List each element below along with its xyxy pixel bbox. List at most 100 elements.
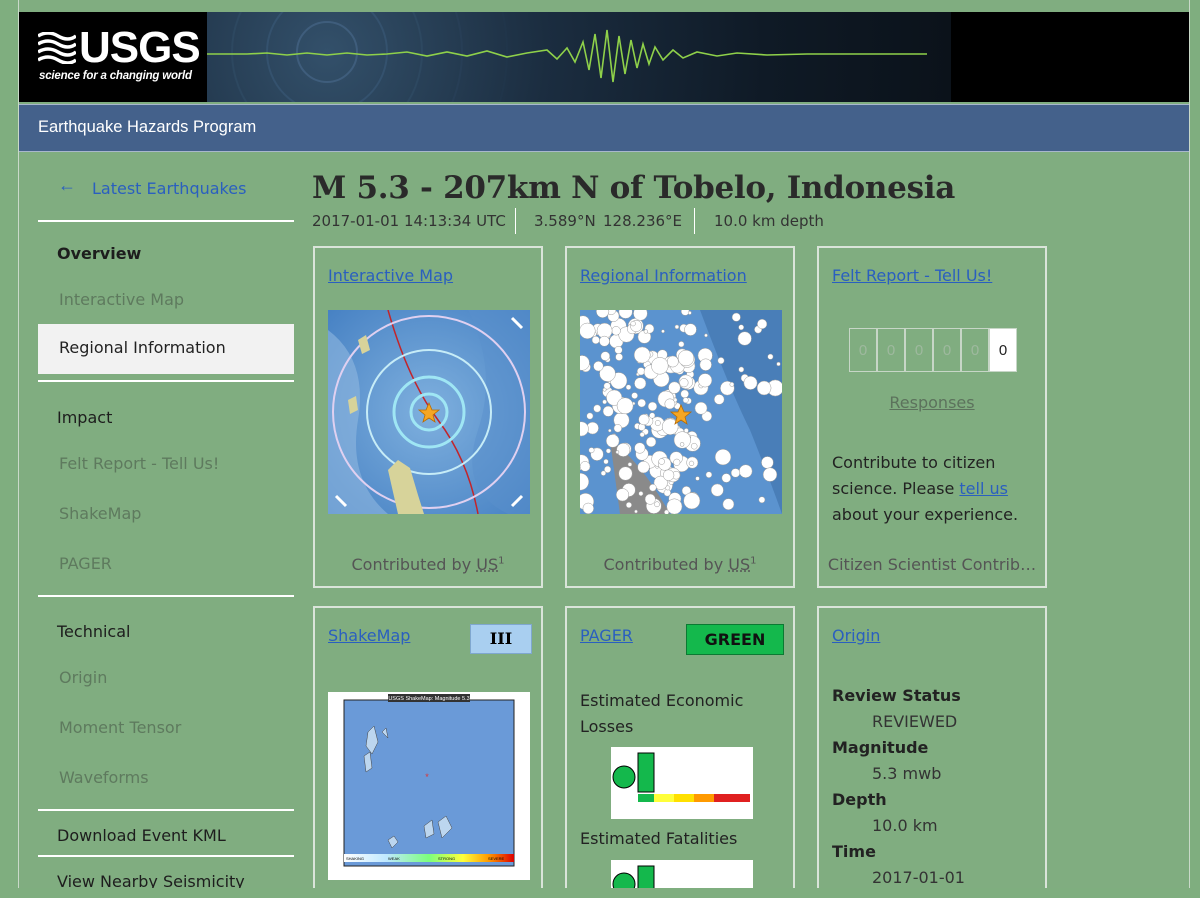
card-shakemap: ShakeMap III USGS ShakeMap: Magnitude 5.… xyxy=(313,606,543,888)
contributed-by-text: Contributed by xyxy=(351,555,477,574)
card-footer: Contributed by US1 xyxy=(315,555,541,574)
seismicity-dot xyxy=(680,389,689,399)
seismicity-dot xyxy=(694,401,708,415)
seismicity-dot xyxy=(611,326,621,336)
sidebar-item-origin[interactable]: Origin xyxy=(38,654,294,704)
seismicity-dot xyxy=(593,361,604,372)
card-title-link[interactable]: Origin xyxy=(832,626,880,645)
seismicity-dot xyxy=(603,382,611,390)
seismicity-dot xyxy=(602,399,607,405)
seismogram-graphic xyxy=(207,12,927,102)
economic-losses-line: Losses xyxy=(580,717,634,736)
card-title-link[interactable]: Felt Report - Tell Us! xyxy=(832,266,992,285)
program-title[interactable]: Earthquake Hazards Program xyxy=(38,118,256,137)
seismicity-dot xyxy=(605,448,611,454)
seismicity-dot xyxy=(730,468,741,478)
back-link-label: Latest Earthquakes xyxy=(92,179,247,198)
contributor-footnote: 1 xyxy=(498,555,505,567)
seismicity-dot xyxy=(738,366,745,373)
tell-us-link[interactable]: tell us xyxy=(959,479,1008,498)
sidebar-divider xyxy=(38,809,294,811)
card-title-link[interactable]: Regional Information xyxy=(580,266,747,285)
shakemap-image-title: USGS ShakeMap: Magnitude 5.3 xyxy=(388,696,469,702)
seismicity-dot xyxy=(661,329,665,334)
sidebar-item-label: View Nearby Seismicity xyxy=(57,872,245,888)
seismicity-dot xyxy=(608,428,612,433)
seismicity-dot xyxy=(634,442,646,454)
sidebar-nav: ← Latest Earthquakes Overview Interactiv… xyxy=(38,150,295,888)
regional-map-thumbnail[interactable] xyxy=(580,310,782,514)
shakemap-thumbnail[interactable]: USGS ShakeMap: Magnitude 5.3 * SHAKING W… xyxy=(328,692,530,880)
sidebar-item-felt-report[interactable]: Felt Report - Tell Us! xyxy=(38,440,294,490)
magnitude-value: 5.3 mwb xyxy=(872,764,942,783)
divider xyxy=(515,208,516,234)
estimated-fatalities-label: Estimated Fatalities xyxy=(580,829,738,848)
seismicity-dot xyxy=(630,320,636,327)
map-image xyxy=(328,310,530,514)
usgs-logo[interactable]: USGS science for a changing world xyxy=(19,12,207,102)
seismicity-dot xyxy=(757,318,768,330)
seismicity-dot xyxy=(684,323,697,336)
sidebar-item-waveforms[interactable]: Waveforms xyxy=(38,754,294,804)
felt-text-line: Contribute to citizen xyxy=(832,453,996,472)
responses-label: Responses xyxy=(889,393,975,412)
seismicity-dot xyxy=(761,456,774,469)
seismicity-dot xyxy=(645,436,657,448)
counter-digit: 0 xyxy=(933,328,961,372)
logo-text: USGS xyxy=(79,23,201,72)
sidebar-item-moment-tensor[interactable]: Moment Tensor xyxy=(38,704,294,754)
seismicity-dot xyxy=(674,324,680,330)
seismicity-dot xyxy=(639,432,645,438)
card-felt-report: Felt Report - Tell Us! 0 0 0 0 0 0 Respo… xyxy=(817,246,1047,588)
contributor-link[interactable]: US xyxy=(728,555,750,574)
seismicity-dot xyxy=(638,414,650,426)
card-title-link[interactable]: Interactive Map xyxy=(328,266,453,285)
seismicity-dot xyxy=(717,357,725,365)
nearby-seismicity-link[interactable]: View Nearby Seismicity xyxy=(38,858,294,888)
seismicity-dot xyxy=(767,353,774,360)
seismicity-dot xyxy=(615,353,623,361)
interactive-map-thumbnail[interactable] xyxy=(328,310,530,514)
seismicity-dot xyxy=(631,392,638,399)
sidebar-item-overview[interactable]: Overview xyxy=(38,230,294,280)
seismicity-dot xyxy=(580,322,596,340)
contributor-link[interactable]: US xyxy=(476,555,498,574)
seismicity-dot xyxy=(634,377,647,390)
card-title-link[interactable]: PAGER xyxy=(580,626,633,645)
seismicity-dot xyxy=(737,331,752,346)
review-status-value: REVIEWED xyxy=(872,712,958,731)
seismicity-dot xyxy=(637,398,646,408)
seismicity-dot xyxy=(625,501,632,509)
sidebar-divider xyxy=(38,595,294,597)
counter-digit: 0 xyxy=(961,328,989,372)
mmi-badge: III xyxy=(470,624,532,654)
seismicity-dot xyxy=(682,397,689,404)
economic-losses-line: Estimated Economic xyxy=(580,691,744,710)
regional-seismicity-map xyxy=(580,310,782,514)
counter-digit: 0 xyxy=(877,328,905,372)
seismicity-dot xyxy=(600,351,611,361)
seismicity-dot xyxy=(666,355,679,368)
sidebar-item-pager[interactable]: PAGER xyxy=(38,540,294,590)
seismicity-dot xyxy=(695,476,700,481)
sidebar-item-impact[interactable]: Impact xyxy=(38,394,294,444)
seismicity-dot xyxy=(714,448,732,466)
sidebar-item-interactive-map[interactable]: Interactive Map xyxy=(38,276,294,326)
event-depth: 10.0 km depth xyxy=(714,212,824,230)
card-pager: PAGER GREEN Estimated Economic Losses Es… xyxy=(565,606,795,888)
seismicity-dot xyxy=(666,498,683,514)
sidebar-item-technical[interactable]: Technical xyxy=(38,608,294,658)
page: USGS science for a changing world Earthq… xyxy=(18,0,1190,888)
seismicity-dot xyxy=(687,310,692,315)
card-title-link[interactable]: ShakeMap xyxy=(328,626,410,645)
seismicity-dot xyxy=(591,335,600,345)
economic-losses-histogram xyxy=(611,747,753,819)
sidebar-item-regional-information[interactable]: Regional Information xyxy=(38,324,294,374)
latest-earthquakes-link[interactable]: ← Latest Earthquakes xyxy=(38,170,294,222)
seismicity-dot xyxy=(722,498,735,511)
seismicity-dot xyxy=(662,469,675,481)
seismicity-dot xyxy=(588,447,595,454)
seismicity-dot xyxy=(688,460,695,467)
sidebar-item-shakemap[interactable]: ShakeMap xyxy=(38,490,294,540)
card-interactive-map: Interactive Map Contributed by US1 xyxy=(313,246,543,588)
